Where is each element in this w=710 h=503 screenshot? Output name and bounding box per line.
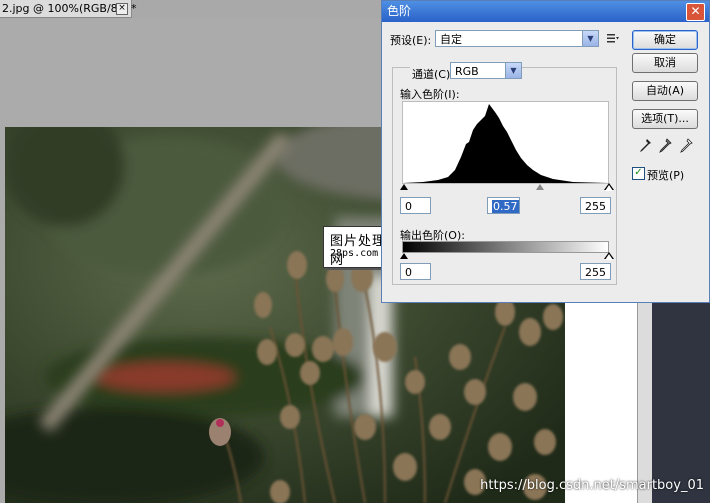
channel-select[interactable]: RGB ▼ [450, 62, 522, 79]
options-menu-icon[interactable] [606, 31, 620, 45]
input-white-field[interactable]: 255 [580, 197, 611, 214]
channel-value: RGB [455, 65, 479, 78]
options-button[interactable]: 选项(T)... [632, 109, 698, 129]
input-gamma-field[interactable]: 0.57 [487, 197, 520, 214]
chevron-down-icon: ▼ [505, 63, 521, 78]
output-white-slider[interactable] [605, 254, 613, 260]
chevron-down-icon: ▼ [582, 31, 598, 46]
input-levels-label: 输入色阶(I): [400, 88, 460, 101]
close-tab-icon[interactable]: × [116, 3, 128, 15]
input-white-slider[interactable] [605, 185, 613, 191]
preview-checkbox[interactable]: ✓ [632, 167, 645, 180]
watermark-line2: 28ps.com [330, 248, 379, 259]
preset-label: 预设(E): [390, 34, 432, 47]
close-icon[interactable]: ✕ [686, 3, 705, 21]
preset-select[interactable]: 自定 ▼ [435, 30, 599, 47]
input-black-field[interactable]: 0 [400, 197, 431, 214]
dialog-titlebar[interactable]: 色阶 [382, 1, 709, 22]
watermark-url: https://blog.csdn.net/smartboy_01 [480, 478, 704, 493]
output-black-slider[interactable] [400, 253, 408, 259]
input-gamma-slider[interactable] [536, 184, 544, 190]
output-gradient [402, 241, 609, 253]
levels-dialog: 色阶 ✕ 预设(E): 自定 ▼ 确定 取消 自动(A) 选项(T)... ✓ … [381, 0, 710, 303]
dialog-title: 色阶 [387, 4, 412, 18]
preset-value: 自定 [440, 33, 462, 46]
auto-button[interactable]: 自动(A) [632, 81, 698, 101]
cancel-button[interactable]: 取消 [632, 53, 698, 73]
white-eyedropper-icon[interactable] [679, 138, 693, 154]
input-black-slider[interactable] [400, 184, 408, 190]
gray-eyedropper-icon[interactable] [658, 138, 672, 154]
ok-button[interactable]: 确定 [632, 30, 698, 50]
preview-label: 预览(P) [647, 169, 685, 182]
histogram-graph [403, 104, 608, 183]
histogram [402, 101, 609, 184]
input-gamma-value: 0.57 [492, 200, 519, 213]
output-black-field[interactable]: 0 [400, 263, 431, 280]
output-white-field[interactable]: 255 [580, 263, 611, 280]
black-eyedropper-icon[interactable] [638, 138, 652, 154]
document-tab[interactable]: 2.jpg @ 100%(RGB/8*) * × [0, 0, 136, 18]
